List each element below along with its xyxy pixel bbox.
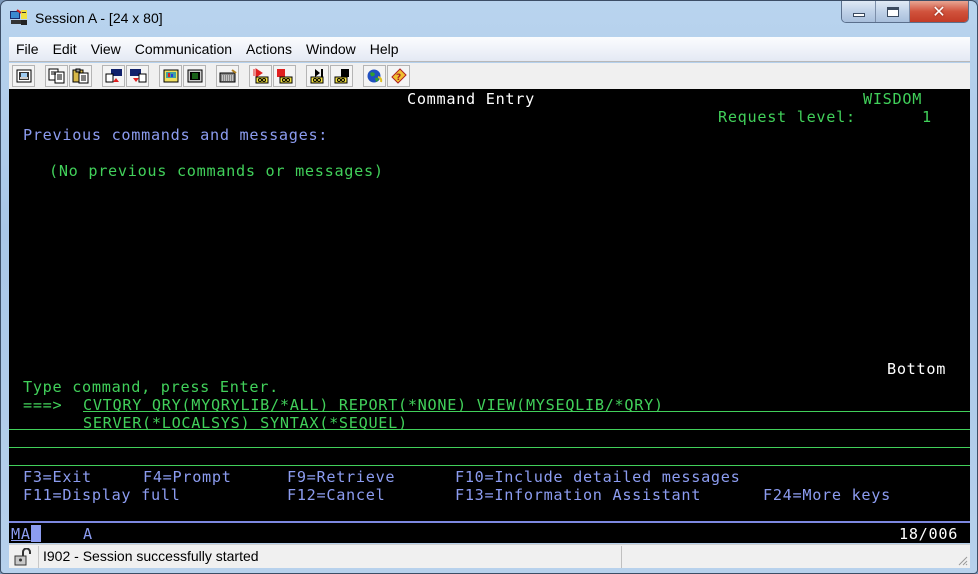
copy-icon [48,68,64,84]
fkey-f24[interactable]: F24=More keys [763,486,891,504]
fkey-f13[interactable]: F13=Information Assistant [455,486,701,504]
title-bar[interactable]: Session A - [24 x 80] ✕ [1,1,977,35]
oia-indicator: MA [11,525,41,543]
close-icon: ✕ [932,2,946,21]
menu-communication[interactable]: Communication [128,38,239,60]
input-field-underline [83,411,970,412]
request-level-value: 1 [922,108,932,126]
color-map-button[interactable] [183,65,206,87]
prompt-instruction: Type command, press Enter. [23,378,279,396]
print-screen-button[interactable] [12,65,35,87]
menu-actions[interactable]: Actions [239,38,299,60]
display-setup-button[interactable] [159,65,182,87]
oia-separator [9,521,970,523]
close-button[interactable]: ✕ [910,1,968,22]
send-icon [105,69,122,83]
play-macro-button[interactable] [306,65,329,87]
menu-file[interactable]: File [9,38,46,60]
oia-mode: A [83,525,93,543]
send-button[interactable] [102,65,125,87]
prompt-arrow: ===> [23,396,63,414]
menu-help[interactable]: Help [363,38,406,60]
maximize-button[interactable] [876,1,910,22]
status-message: I902 - Session successfully started [43,548,259,564]
receive-button[interactable] [126,65,149,87]
unlocked-padlock-icon [14,548,31,566]
previous-heading: Previous commands and messages: [23,126,329,144]
fkey-f11[interactable]: F11=Display full [23,486,181,504]
fkey-f12[interactable]: F12=Cancel [287,486,385,504]
input-field-underline [9,465,970,466]
fkey-f3[interactable]: F3=Exit [23,468,92,486]
paste-button[interactable] [69,65,92,87]
fkey-f4[interactable]: F4=Prompt [143,468,232,486]
play-macro-icon [310,69,323,84]
scroll-indicator: Bottom [887,360,947,378]
request-level-label: Request level: [718,108,856,126]
record-macro-icon [253,68,268,84]
copy-button[interactable] [45,65,68,87]
minimize-icon [852,12,865,17]
paste-icon [72,68,88,84]
help-button[interactable]: ? [387,65,410,87]
caption-buttons: ✕ [841,1,969,23]
menu-window[interactable]: Window [299,38,363,60]
no-previous-message: (No previous commands or messages) [49,162,384,180]
pause-macro-icon [334,69,349,84]
resize-grip-icon[interactable] [956,554,968,566]
operator-information-area: MA A 18/006 [9,524,970,543]
oia-cursor [30,525,41,542]
input-field-underline [9,429,970,430]
fkey-f10[interactable]: F10=Include detailed messages [455,468,740,486]
emulator-window: Session A - [24 x 80] ✕ File Edit View C… [0,0,978,574]
window-title: Session A - [24 x 80] [35,10,163,26]
toolbar: ? [9,63,970,89]
menu-view[interactable]: View [84,38,128,60]
keyboard-map-icon [219,69,237,83]
help-icon: ? [390,68,407,84]
terminal-screen[interactable]: Command Entry WISDOM Request level: 1 Pr… [9,89,970,543]
system-name: WISDOM [863,90,923,108]
menu-bar: File Edit View Communication Actions Win… [9,37,970,62]
stop-macro-icon [276,69,292,84]
status-bar: I902 - Session successfully started [9,544,970,568]
color-map-icon [187,69,202,83]
minimize-button[interactable] [842,1,876,22]
input-field-underline [9,447,970,448]
print-screen-icon [16,69,31,83]
receive-icon [129,69,146,83]
keyboard-map-button[interactable] [216,65,239,87]
svg-text:?: ? [396,73,401,83]
menu-edit[interactable]: Edit [46,38,84,60]
pause-macro-button[interactable] [330,65,353,87]
fkey-f9[interactable]: F9=Retrieve [287,468,395,486]
display-setup-icon [163,69,178,83]
cursor-position: 18/006 [899,525,959,543]
stop-macro-button[interactable] [273,65,296,87]
globe-button[interactable] [363,65,386,87]
record-macro-button[interactable] [249,65,272,87]
maximize-icon [886,6,899,17]
lock-status-cell [9,546,39,568]
globe-icon [367,69,382,83]
app-icon [10,9,27,25]
screen-title: Command Entry [407,90,535,108]
status-panel [621,546,961,568]
